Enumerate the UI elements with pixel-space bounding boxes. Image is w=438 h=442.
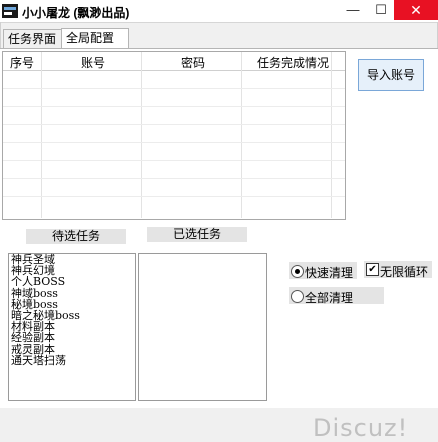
list-item[interactable]: 通天塔扫荡 [9, 355, 135, 366]
tab-panel: 序号 账号 密码 任务完成情况 导入账号 待选任务 已选任务 神兵圣域 神兵幻境… [0, 48, 438, 442]
pending-tasks-list[interactable]: 神兵圣域 神兵幻境 个人BOSS 神域boss 秘境boss 暗之秘境boss … [8, 253, 136, 401]
import-accounts-button[interactable]: 导入账号 [358, 59, 424, 91]
infinite-loop-checkbox[interactable]: ✔ [366, 263, 379, 276]
column-header-account[interactable]: 账号 [43, 54, 143, 71]
fast-clear-option[interactable]: 快速清理 [289, 262, 357, 280]
infinite-loop-label: 无限循环 [380, 265, 429, 279]
column-header-index[interactable]: 序号 [7, 54, 37, 71]
list-item[interactable]: 个人BOSS [9, 276, 135, 287]
tab-global-config[interactable]: 全局配置 [61, 28, 129, 50]
column-header-status[interactable]: 任务完成情况 [243, 54, 343, 71]
minimize-button[interactable]: — [339, 0, 367, 20]
pending-tasks-label: 待选任务 [26, 229, 126, 244]
grid-header: 序号 账号 密码 任务完成情况 [3, 52, 345, 71]
window-title: 小小屠龙 (飘渺出品) [22, 6, 130, 20]
close-button[interactable]: ✕ [394, 0, 438, 20]
selected-tasks-list[interactable] [138, 253, 267, 401]
all-clear-label: 全部清理 [305, 291, 354, 305]
tab-task-view[interactable]: 任务界面 [3, 29, 65, 49]
list-item[interactable]: 戒灵副本 [9, 343, 135, 355]
all-clear-option[interactable]: 全部清理 [289, 287, 384, 305]
column-header-password[interactable]: 密码 [143, 54, 243, 71]
infinite-loop-option[interactable]: ✔ 无限循环 [364, 261, 432, 279]
title-bar: 小小屠龙 (飘渺出品) — ☐ ✕ [0, 0, 438, 23]
app-icon [2, 4, 18, 18]
account-grid[interactable]: 序号 账号 密码 任务完成情况 [2, 51, 346, 220]
selected-tasks-label: 已选任务 [147, 227, 247, 242]
fast-clear-radio[interactable] [291, 265, 304, 278]
all-clear-radio[interactable] [291, 290, 304, 303]
maximize-button[interactable]: ☐ [367, 0, 395, 20]
fast-clear-label: 快速清理 [305, 266, 354, 280]
watermark: Discuz! [313, 414, 409, 442]
list-item[interactable]: 经验副本 [9, 332, 135, 343]
